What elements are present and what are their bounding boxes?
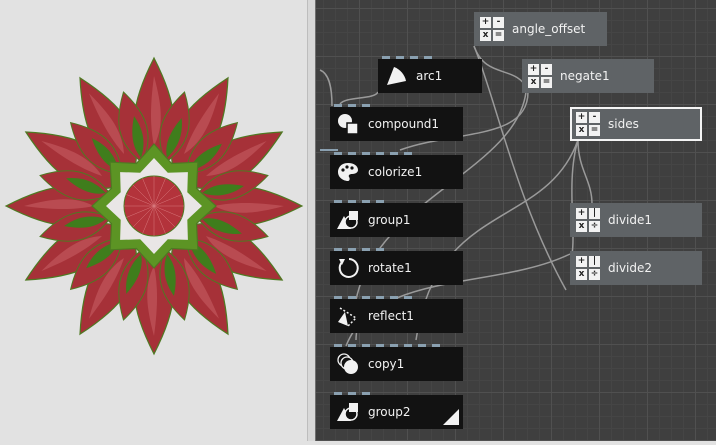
- node-colorize1[interactable]: colorize1: [330, 152, 463, 189]
- math-icon: + - x =: [576, 112, 600, 136]
- node-reflect1[interactable]: reflect1: [330, 296, 463, 333]
- node-label: negate1: [560, 69, 610, 83]
- flower-graphic: [4, 56, 304, 356]
- node-label: arc1: [416, 69, 443, 83]
- node-group1[interactable]: group1: [330, 200, 463, 237]
- viewer-canvas[interactable]: [0, 0, 307, 441]
- arc-icon: [387, 67, 406, 85]
- node-label: rotate1: [368, 261, 412, 275]
- rendered-flag-icon: [443, 409, 459, 425]
- palette-icon: [338, 163, 358, 181]
- divide-icon: + | x ÷: [576, 256, 600, 280]
- node-label: reflect1: [368, 309, 414, 323]
- wire: [319, 69, 333, 107]
- node-label: angle_offset: [512, 22, 586, 36]
- wire: [577, 139, 593, 205]
- compound-icon: [338, 114, 359, 135]
- node-divide1[interactable]: + | x ÷ divide1: [570, 203, 702, 237]
- node-label: sides: [608, 117, 639, 131]
- rotate-icon: [338, 258, 359, 278]
- node-label: group2: [368, 405, 411, 419]
- pane-splitter[interactable]: [307, 0, 316, 441]
- node-label: compound1: [368, 117, 440, 131]
- group-icon: [337, 211, 358, 229]
- node-rotate1[interactable]: rotate1: [330, 248, 463, 285]
- copy-icon: [337, 353, 358, 374]
- network-editor[interactable]: + - x = angle_offset arc1 + - x = negate1 co…: [316, 0, 716, 441]
- reflect-icon: [338, 307, 358, 327]
- math-icon: + - x =: [480, 17, 504, 41]
- node-label: colorize1: [368, 165, 423, 179]
- node-label: group1: [368, 213, 411, 227]
- node-copy1[interactable]: copy1: [330, 344, 463, 381]
- node-divide2[interactable]: + | x ÷ divide2: [570, 251, 702, 285]
- math-icon: + - x =: [528, 64, 552, 88]
- node-group2[interactable]: group2: [330, 392, 463, 429]
- wire: [339, 91, 379, 105]
- divide-icon: + | x ÷: [576, 208, 600, 232]
- node-label: copy1: [368, 357, 405, 371]
- node-negate1[interactable]: + - x = negate1: [522, 59, 654, 93]
- node-compound1[interactable]: compound1: [330, 104, 463, 141]
- node-arc1[interactable]: arc1: [378, 56, 482, 93]
- node-sides[interactable]: + - x = sides: [570, 107, 702, 141]
- node-label: divide2: [608, 261, 653, 275]
- node-label: divide1: [608, 213, 653, 227]
- node-angle-offset[interactable]: + - x = angle_offset: [474, 12, 607, 46]
- group-icon: [337, 403, 358, 421]
